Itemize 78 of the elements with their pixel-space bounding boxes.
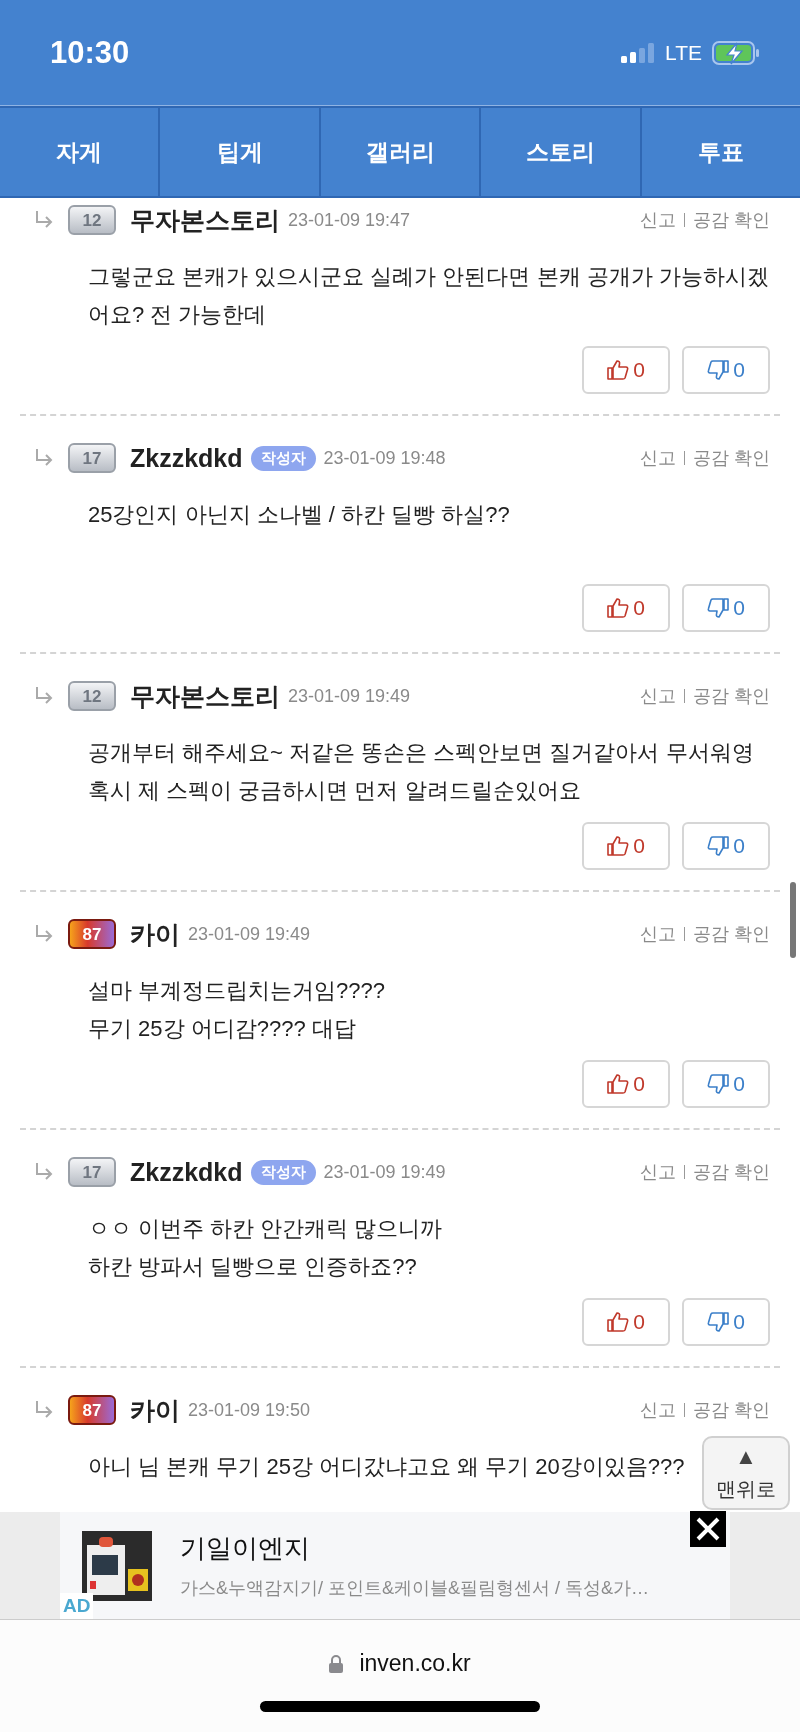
comment-text: ㅇㅇ 이번주 하칸 안간캐릭 많으니까 하칸 방파서 딜빵으로 인증하죠?? [87, 1215, 443, 1281]
reply-arrow-icon [34, 449, 54, 467]
scrollbar[interactable] [790, 882, 796, 958]
comment-text: 그렇군요 본캐가 있으시군요 실례가 안된다면 본캐 공개가 가능하시겠어요? 전 가능한데 [87, 263, 770, 329]
dislike-button[interactable]: 0 [682, 1060, 770, 1108]
thumbs-up-icon [607, 1312, 630, 1332]
report-link[interactable]: 신고 [640, 922, 676, 946]
report-link[interactable]: 신고 [640, 208, 676, 232]
comment-text: 설마 부계정드립치는거임???? 무기 25강 어디감???? 대답 [87, 977, 386, 1043]
sympathy-link[interactable]: 공감 확인 [693, 922, 770, 946]
user-name[interactable]: Zkzzkdkd [130, 443, 243, 473]
battery-charging-icon [712, 40, 760, 65]
user-name[interactable]: 카이 [130, 1393, 180, 1427]
lock-icon [329, 1654, 344, 1673]
thumbs-down-icon [707, 360, 730, 380]
comment-text: 아니 님 본캐 무기 25강 어디갔냐고요 왜 무기 20강이있음??? [87, 1453, 685, 1481]
back-to-top-button[interactable]: ▲ 맨위로 [702, 1436, 790, 1510]
user-name[interactable]: Zkzzkdkd [130, 1157, 243, 1187]
level-badge: 17 [68, 443, 116, 473]
thumbs-down-icon [707, 1074, 730, 1094]
comment-text: 25강인지 아닌지 소나벨 / 하칸 딜빵 하실?? [87, 501, 510, 529]
ad-label: AD [60, 1592, 94, 1619]
dislike-button[interactable]: 0 [682, 584, 770, 632]
reply-arrow-icon [34, 687, 54, 705]
network-label: LTE [665, 40, 702, 65]
reply-arrow-icon [34, 1401, 54, 1419]
author-tag: 작성자 [250, 1159, 316, 1185]
user-name[interactable]: 무자본스토리 [130, 679, 280, 713]
level-badge: 87 [68, 919, 116, 949]
dislike-button[interactable]: 0 [682, 1298, 770, 1346]
comment-date: 23-01-09 19:49 [323, 1161, 446, 1183]
sympathy-link[interactable]: 공감 확인 [693, 446, 770, 470]
report-link[interactable]: 신고 [640, 446, 676, 470]
like-button[interactable]: 0 [582, 584, 670, 632]
thumbs-down-icon [707, 836, 730, 856]
thumbs-up-icon [607, 1074, 630, 1094]
reply-arrow-icon [34, 925, 54, 943]
report-link[interactable]: 신고 [640, 1398, 676, 1422]
level-badge: 87 [68, 1395, 116, 1425]
level-badge: 12 [68, 681, 116, 711]
level-badge: 12 [68, 205, 116, 235]
thumbs-down-icon [707, 1312, 730, 1332]
comment-date: 23-01-09 19:48 [323, 447, 446, 469]
signal-icon [621, 42, 656, 63]
comment-text: 공개부터 해주세요~ 저같은 똥손은 스펙안보면 질거같아서 무서워영 혹시 제 스펙이 궁금하시면 먼저 알려드릴순있어요 [87, 739, 755, 805]
dislike-button[interactable]: 0 [682, 822, 770, 870]
user-name[interactable]: 카이 [130, 917, 180, 951]
comment-date: 23-01-09 19:49 [288, 685, 411, 707]
author-tag: 작성자 [250, 445, 316, 471]
home-indicator[interactable] [260, 1701, 540, 1712]
clock-time: 10:30 [50, 34, 130, 71]
user-name[interactable]: 무자본스토리 [130, 203, 280, 237]
ad-title: 기일이엔지 [180, 1532, 311, 1565]
thumbs-up-icon [607, 836, 630, 856]
thumbs-down-icon [707, 598, 730, 618]
ad-description: 가스&누액감지기/ 포인트&케이블&필림형센서 / 독성&가… [180, 1577, 650, 1600]
close-icon [690, 1511, 726, 1547]
like-button[interactable]: 0 [582, 1298, 670, 1346]
reply-arrow-icon [34, 1163, 54, 1181]
comment-date: 23-01-09 19:49 [188, 923, 311, 945]
level-badge: 17 [68, 1157, 116, 1187]
sympathy-link[interactable]: 공감 확인 [693, 684, 770, 708]
reply-arrow-icon [34, 211, 54, 229]
ad-banner[interactable]: AD 기일이엔지 가스&누액감지기/ 포인트&케이블&필림형센서 / 독성&가… [0, 1512, 800, 1620]
report-link[interactable]: 신고 [640, 684, 676, 708]
thumbs-up-icon [607, 360, 630, 380]
sympathy-link[interactable]: 공감 확인 [693, 1160, 770, 1184]
report-link[interactable]: 신고 [640, 1160, 676, 1184]
thumbs-up-icon [607, 598, 630, 618]
comment-date: 23-01-09 19:47 [288, 209, 411, 231]
comment-date: 23-01-09 19:50 [188, 1399, 311, 1421]
dislike-button[interactable]: 0 [682, 346, 770, 394]
url-text[interactable]: inven.co.kr [359, 1650, 471, 1677]
like-button[interactable]: 0 [582, 822, 670, 870]
sympathy-link[interactable]: 공감 확인 [693, 1398, 770, 1422]
sympathy-link[interactable]: 공감 확인 [693, 208, 770, 232]
like-button[interactable]: 0 [582, 346, 670, 394]
like-button[interactable]: 0 [582, 1060, 670, 1108]
